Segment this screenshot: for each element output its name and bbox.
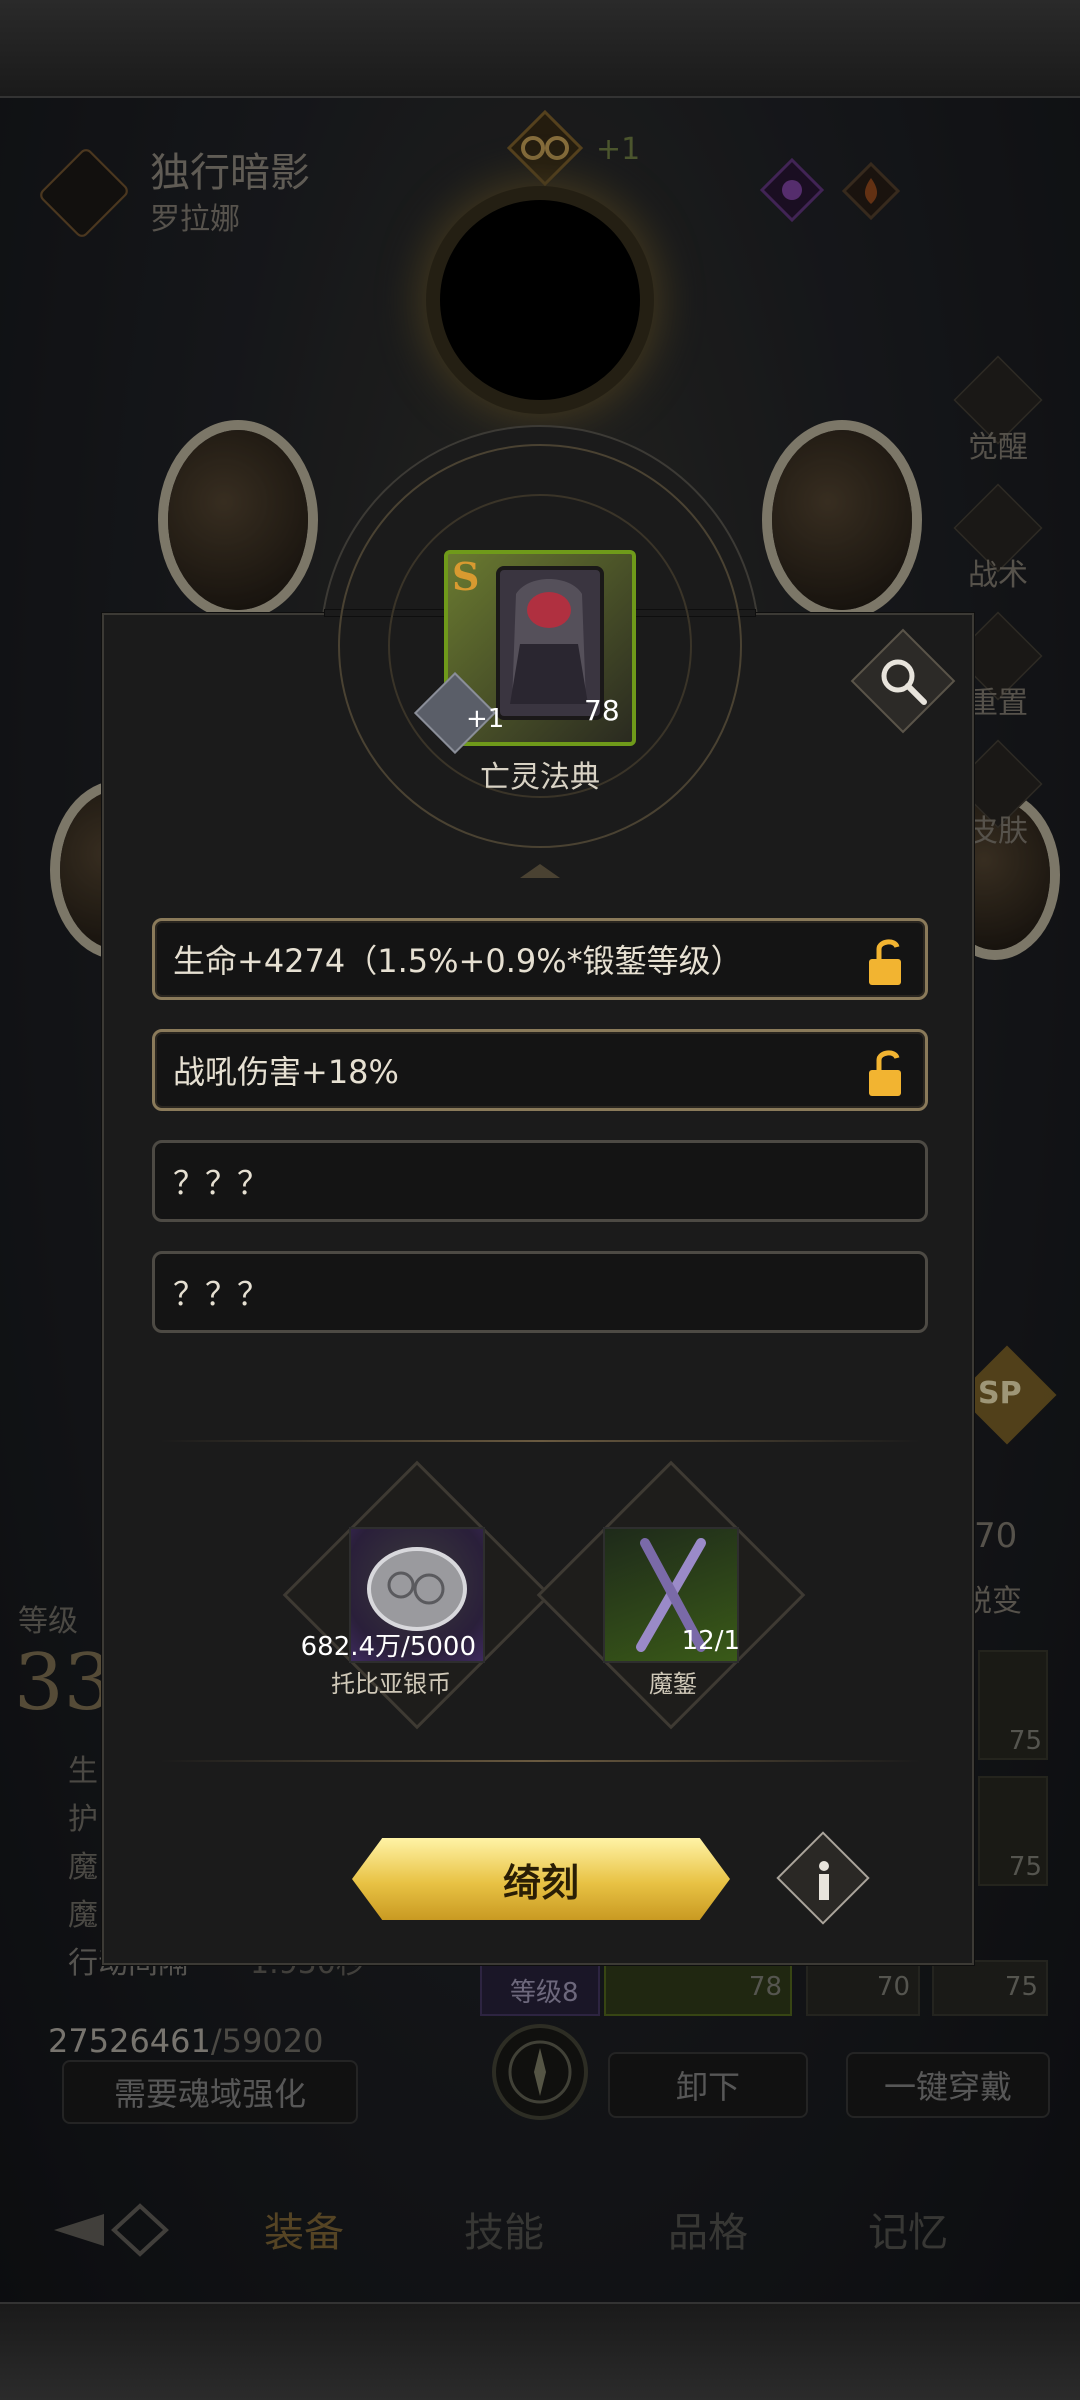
item-name: 亡灵法典	[480, 760, 600, 795]
attribute-row[interactable]: 战吼伤害+18%	[152, 1029, 928, 1111]
top-frame	[0, 0, 1080, 98]
attribute-text: 战吼伤害+18%	[173, 1053, 399, 1091]
attribute-row[interactable]: 生命+4274（1.5%+0.9%*锻錾等级）	[152, 918, 928, 1000]
info-icon	[819, 1861, 829, 1900]
item-enhance: +1	[466, 704, 505, 734]
material-qty: 12/1	[681, 1626, 740, 1656]
item-level: 78	[584, 694, 620, 727]
engrave-button[interactable]: 绮刻	[352, 1838, 730, 1920]
item-grade: S	[452, 554, 480, 599]
divider	[160, 1440, 920, 1442]
material-name: 魔錾	[649, 1670, 697, 1698]
magnifier-icon	[881, 659, 927, 705]
unlocked-padlock-icon[interactable]	[865, 1048, 911, 1098]
divider-ornament	[520, 864, 560, 878]
material-name: 托比亚银币	[331, 1670, 451, 1698]
bottom-frame	[0, 2302, 1080, 2400]
material-qty: 682.4万/5000	[300, 1632, 476, 1662]
attribute-text: 生命+4274（1.5%+0.9%*锻錾等级）	[173, 942, 743, 980]
attribute-text: ？？？	[173, 1164, 270, 1202]
divider	[160, 1760, 920, 1762]
attribute-row-locked: ？？？	[152, 1140, 928, 1222]
attribute-row-locked: ？？？	[152, 1251, 928, 1333]
unlocked-padlock-icon[interactable]	[865, 937, 911, 987]
attribute-text: ？？？	[173, 1275, 270, 1313]
